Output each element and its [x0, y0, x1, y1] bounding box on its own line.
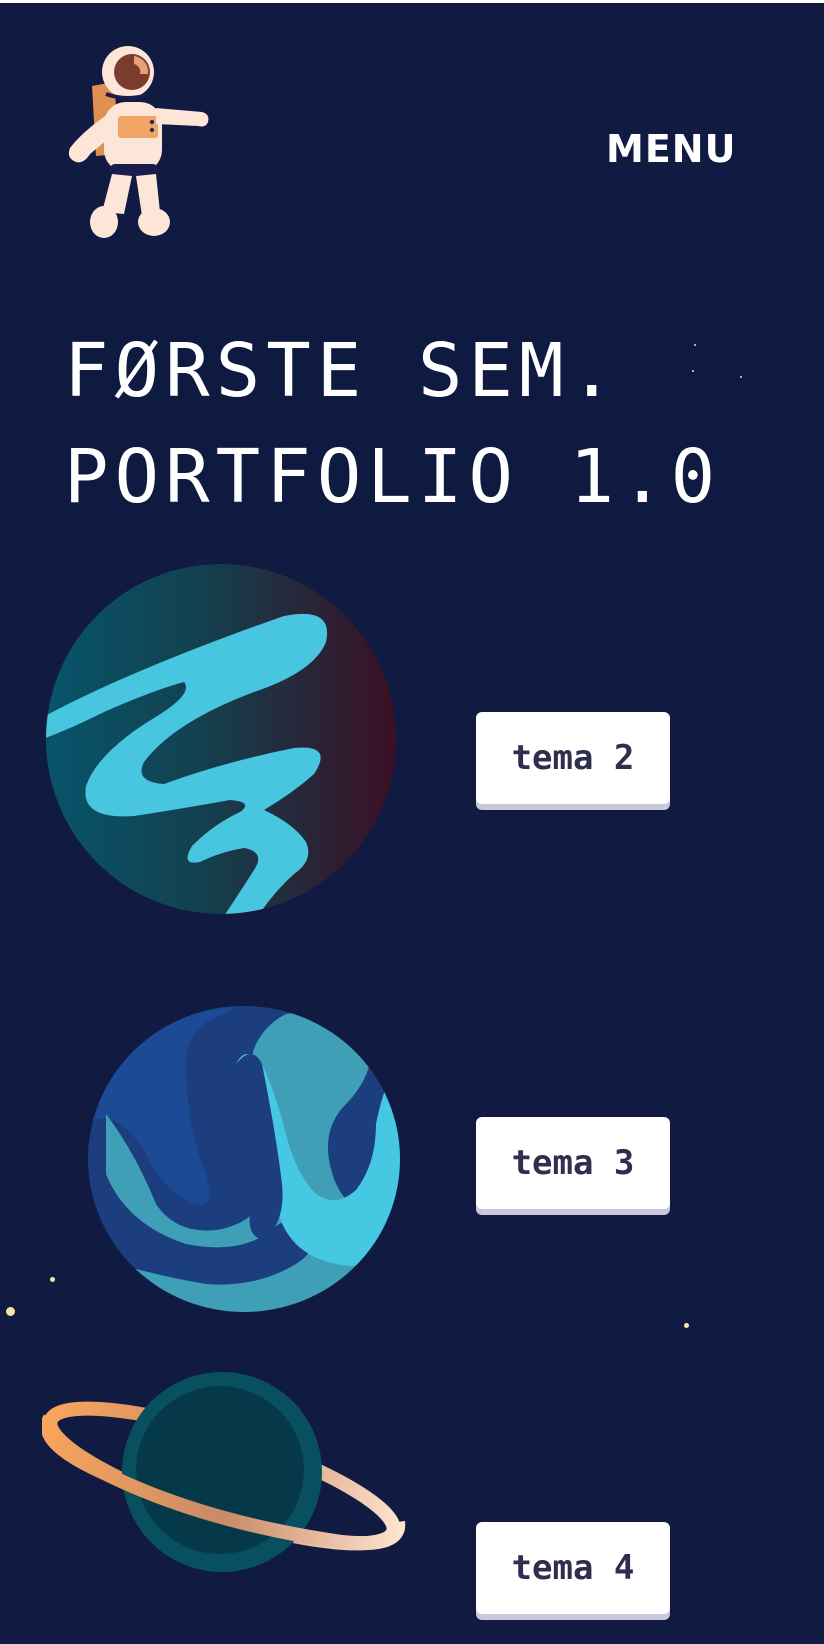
striped-blue-planet-icon[interactable] [86, 1004, 402, 1314]
tema-2-button[interactable]: tema 2 [476, 712, 670, 804]
ringed-planet-icon[interactable] [42, 1372, 408, 1572]
page-title: FØRSTE SEM. PORTFOLIO 1.0 [64, 318, 721, 530]
tema-3-button[interactable]: tema 3 [476, 1117, 670, 1209]
star [740, 376, 742, 378]
title-line-1: FØRSTE SEM. [64, 328, 621, 414]
tema-4-button[interactable]: tema 4 [476, 1522, 670, 1614]
top-border [0, 0, 824, 3]
menu-button[interactable]: MENU [606, 124, 756, 174]
star [684, 1323, 689, 1328]
astronaut-icon[interactable] [62, 44, 214, 252]
title-line-2: PORTFOLIO 1.0 [64, 434, 722, 520]
star [692, 370, 694, 372]
star [6, 1307, 15, 1316]
star [50, 1277, 55, 1282]
star [694, 344, 696, 346]
blue-swirl-planet-icon[interactable] [44, 562, 398, 916]
